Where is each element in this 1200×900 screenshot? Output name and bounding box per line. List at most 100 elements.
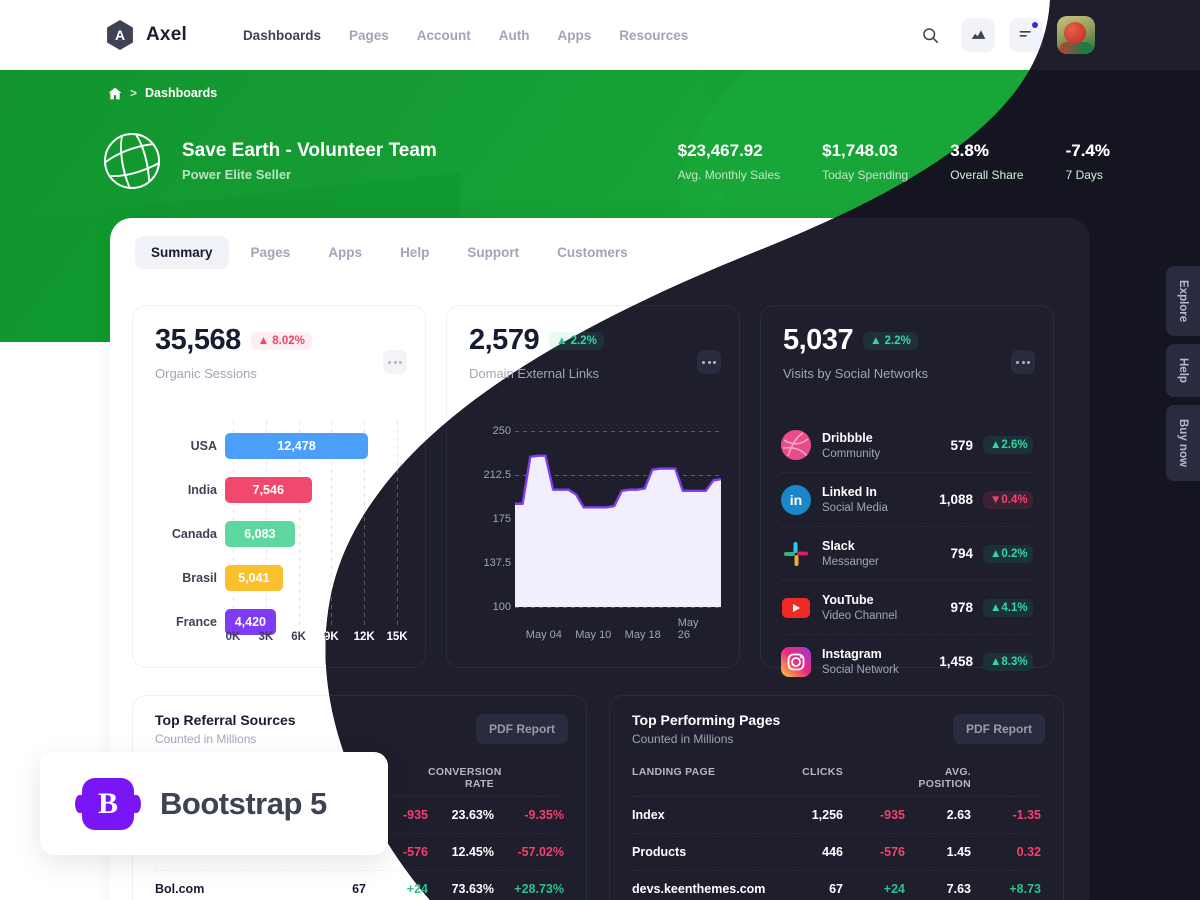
area-chart-xaxis: May 04 May 10 May 18 May 26	[515, 613, 721, 653]
y-tick: 100	[492, 601, 511, 613]
bootstrap-badge[interactable]: B Bootstrap 5	[40, 752, 388, 855]
network-name: Dribbble	[822, 430, 873, 445]
card-header: 5,037 ▲ 2.2% Visits by Social Networks	[783, 324, 1035, 381]
hero-stat: 3.8% Overall Share	[950, 141, 1023, 182]
network-name: Instagram	[822, 647, 882, 661]
brand[interactable]: A Axel	[105, 20, 187, 50]
bar-label: France	[176, 615, 217, 629]
content-tabs: SummaryPagesAppsHelpSupportCustomers	[135, 236, 644, 269]
dribbble-icon	[781, 430, 811, 460]
cell-position-delta: -1.35	[1012, 808, 1041, 822]
bar: 6,083	[225, 521, 295, 547]
th-landing-page: LANDING PAGE	[632, 766, 716, 778]
ellipsis-icon[interactable]	[1011, 350, 1035, 374]
nav-link-apps[interactable]: Apps	[558, 28, 592, 43]
bar-chart-row: India 7,546	[155, 477, 397, 503]
cell-rate-delta: +28.73%	[514, 882, 564, 896]
bar-label: India	[187, 483, 217, 497]
tab-help[interactable]: Help	[384, 236, 445, 269]
table-subtitle: Counted in Millions	[632, 732, 734, 746]
network-name: YouTube	[822, 593, 874, 607]
nav-link-auth[interactable]: Auth	[499, 28, 530, 43]
side-tab-help-label: Help	[1177, 358, 1189, 384]
y-tick: 212.5	[483, 469, 511, 481]
th-position-delta	[971, 766, 1041, 790]
bar-value: 5,041	[238, 571, 270, 585]
social-networks-list: Dribbble Community 579 ▲2.6% in Linked I…	[781, 418, 1033, 688]
bar-value: 7,546	[252, 483, 284, 497]
cell-avg-position: 1.45	[946, 845, 971, 859]
side-tab-help[interactable]: Help	[1166, 344, 1200, 398]
kpi-delta-value: 8.02%	[272, 334, 305, 347]
nav-link-resources[interactable]: Resources	[619, 28, 688, 43]
nav-link-dashboards[interactable]: Dashboards	[243, 28, 321, 43]
list-item[interactable]: Instagram Social Network 1,458 ▲8.3%	[781, 634, 1033, 688]
area-chart: 100137.5175212.5250 May 04May 10May 18Ma…	[469, 421, 725, 653]
pdf-report-button[interactable]: PDF Report	[476, 714, 568, 744]
network-visits: 1,088	[939, 492, 973, 507]
kpi-subtitle: Visits by Social Networks	[783, 366, 928, 381]
network-delta-badge: ▼0.4%	[983, 491, 1033, 509]
hero-row: Save Earth - Volunteer Team Power Elite …	[104, 133, 1110, 189]
pdf-report-button[interactable]: PDF Report	[953, 714, 1045, 744]
bootstrap-icon: B	[75, 777, 141, 830]
network-delta-value: 8.3%	[1001, 655, 1028, 668]
notifications-button[interactable]	[1009, 18, 1043, 52]
breadcrumb-current[interactable]: Dashboards	[145, 86, 217, 100]
cell-avg-position: 7.63	[946, 882, 971, 896]
bar-label: Canada	[171, 527, 217, 541]
bar-chart-row: USA 12,478	[155, 433, 397, 459]
tab-support[interactable]: Support	[451, 236, 535, 269]
instagram-icon	[781, 647, 811, 677]
table-row[interactable]: Index 1,256 -935 2.63 -1.35	[632, 796, 1041, 833]
table-title: Top Referral Sources	[155, 712, 296, 728]
cell-position-delta: +8.73	[1009, 882, 1041, 896]
hero-stat-value: -7.4%	[1065, 140, 1110, 160]
kpi-value: 5,037	[783, 324, 854, 356]
x-tick: 3K	[258, 631, 274, 643]
avatar[interactable]	[1057, 16, 1095, 54]
ellipsis-icon[interactable]	[697, 350, 721, 374]
kpi-delta-badge: ▲ 8.02%	[250, 331, 312, 350]
network-delta-value: 0.4%	[1001, 493, 1028, 506]
tab-apps[interactable]: Apps	[312, 236, 378, 269]
x-tick: May 26	[677, 617, 699, 641]
area-chart-yaxis: 100137.5175212.5250	[469, 431, 511, 607]
youtube-icon	[781, 593, 811, 623]
ellipsis-icon[interactable]	[383, 350, 407, 374]
side-tab-explore[interactable]: Explore	[1166, 266, 1200, 337]
table-row[interactable]: devs.keenthemes.com 67 +24 7.63 +8.73	[632, 870, 1041, 900]
th-clicks-delta	[843, 766, 905, 790]
cell-source: Bol.com	[155, 882, 205, 896]
tab-customers[interactable]: Customers	[541, 236, 644, 269]
table-row[interactable]: Products 446 -576 1.45 0.32	[632, 833, 1041, 870]
tab-summary[interactable]: Summary	[135, 236, 229, 269]
search-button[interactable]	[913, 18, 947, 52]
card-visits-by-social-networks: 5,037 ▲ 2.2% Visits by Social Networks D…	[760, 305, 1054, 668]
cell-conversion-rate: 23.63%	[451, 808, 494, 822]
top-navbar: A Axel Dashboards Pages Account Auth Apps Res…	[0, 0, 1200, 70]
side-tab-buy-now[interactable]: Buy now	[1166, 405, 1200, 482]
hero-stat-label: 7 Days	[1065, 167, 1103, 182]
cell-avg-position: 2.63	[946, 808, 971, 822]
bar: 12,478	[225, 433, 369, 459]
list-item[interactable]: Slack Messanger 794 ▲0.2%	[781, 526, 1033, 580]
hero-stat-value: 3.8%	[950, 140, 989, 160]
breadcrumb: > Dashboards	[108, 86, 217, 100]
cell-clicks: 67	[829, 882, 843, 896]
tab-pages[interactable]: Pages	[235, 236, 307, 269]
table-title: Top Performing Pages	[632, 712, 781, 728]
slack-icon	[781, 539, 811, 569]
list-item[interactable]: YouTube Video Channel 978 ▲4.1%	[781, 580, 1033, 634]
nav-link-account[interactable]: Account	[417, 28, 471, 43]
network-delta-badge: ▲2.6%	[983, 436, 1033, 454]
list-item[interactable]: Dribbble Community 579 ▲2.6%	[781, 418, 1033, 472]
activity-button[interactable]	[961, 18, 995, 52]
network-visits: 579	[950, 437, 973, 453]
nav-link-pages[interactable]: Pages	[349, 28, 389, 43]
network-delta-badge: ▲0.2%	[983, 545, 1033, 563]
hero-titles: Save Earth - Volunteer Team Power Elite …	[182, 140, 437, 182]
linkedin-icon: in	[781, 485, 811, 515]
list-item[interactable]: in Linked In Social Media 1,088 ▼0.4%	[781, 472, 1033, 526]
kpi-subtitle: Organic Sessions	[155, 366, 257, 381]
